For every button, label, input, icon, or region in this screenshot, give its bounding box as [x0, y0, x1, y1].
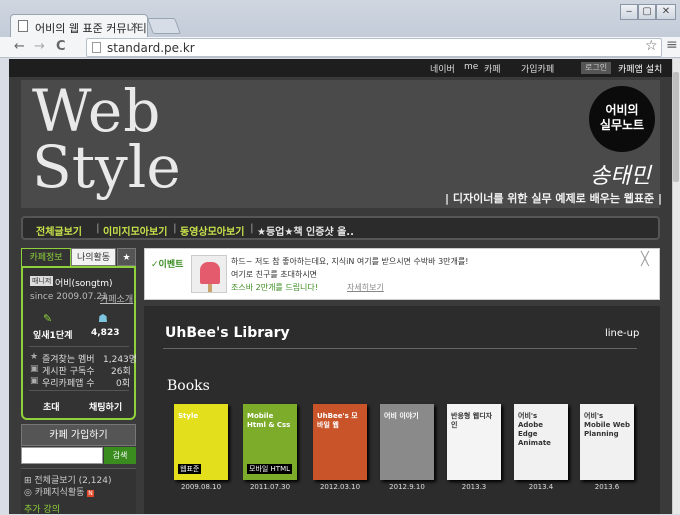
back-icon[interactable]: ←: [14, 39, 25, 54]
signature: 송태민: [590, 164, 651, 189]
logo-web: Web: [32, 77, 162, 145]
bookmark-star-icon[interactable]: ☆: [645, 38, 658, 54]
book-badge: 어비의 실무노트: [589, 86, 655, 152]
library-title: UhBee's Library: [165, 325, 290, 341]
leaf-icon: ✎: [43, 312, 53, 325]
menu-all-posts[interactable]: 전체글보기: [36, 223, 82, 238]
book-date: 2011.07.30: [249, 483, 291, 491]
menu-videos[interactable]: 동영상모아보기: [180, 223, 244, 238]
join-cafe-button[interactable]: 카페 가입하기: [21, 424, 136, 446]
gnb-joined-cafe[interactable]: 가입카페: [521, 62, 554, 75]
logo-style: Style: [32, 133, 181, 201]
invite-button[interactable]: 초대: [43, 400, 60, 413]
menu-promo[interactable]: ★등업★책 인증샷 올..: [257, 223, 354, 238]
member-count[interactable]: 4,823: [91, 328, 119, 338]
notice-line2: 여기로 친구를 초대하시면: [231, 270, 318, 279]
book-cover-title: Style: [178, 412, 199, 420]
book-date: 2013.3: [461, 483, 487, 491]
book-cover[interactable]: 어비's Mobile Web Planning: [580, 404, 634, 480]
new-tab-button[interactable]: [147, 18, 181, 34]
book-date: 2013.4: [528, 483, 554, 491]
install-app-link[interactable]: 카페앱 설치: [618, 62, 662, 75]
gnb-cafe[interactable]: 카페: [484, 62, 501, 75]
minimize-button[interactable]: ‒: [620, 4, 638, 20]
global-nav: 네이버 me 카페 가입카페 로그인 카페앱 설치: [9, 59, 672, 77]
cafe-info-box: 매니저 어비(songtm) since 2009.07.21 카페소개 ✎ ☗…: [21, 266, 137, 420]
gnb-naver[interactable]: 네이버: [430, 62, 455, 75]
chrome-menu-icon[interactable]: ≡: [666, 37, 678, 53]
since-date: since 2009.07.21: [30, 292, 108, 302]
cafe-knowledge-label: 카페지식활동: [34, 488, 85, 498]
scrollbar-thumb[interactable]: [673, 72, 679, 182]
url-text: standard.pe.kr: [107, 41, 195, 55]
manager-badge: 매니저: [30, 276, 54, 286]
notice-line3: 조스바 2만개를 드립니다!: [231, 283, 318, 292]
badge-text: 어비의 실무노트: [599, 103, 645, 132]
cafe-app-value: 0회: [116, 379, 131, 389]
event-notice: ✓이벤트 하드~ 저도 참 좋아하는데요, 지식iN 여기를 받으시면 수박바 …: [144, 248, 660, 300]
book-cover-subtitle: 모바일 HTML: [247, 464, 293, 474]
book-cover-title: 어비's Mobile Web Planning: [584, 412, 630, 438]
book-date: 2012.03.10: [319, 483, 361, 491]
popsicle-image: [191, 255, 227, 293]
book-date: 2012.9.10: [389, 483, 425, 491]
book-date: 2009.08.10: [180, 483, 222, 491]
cafe-intro-link[interactable]: 카페소개: [100, 292, 133, 305]
book-cover-title: 어비's Adobe Edge Animate: [518, 412, 551, 447]
book-cover-title: 반응형 웹디자인: [451, 412, 493, 429]
book-cover-title: UhBee's 모바일 웹: [317, 412, 358, 429]
members-icon: ☗: [98, 312, 108, 325]
book-cover[interactable]: Style 웹표준: [174, 404, 228, 480]
board-icon: ▣: [30, 364, 39, 374]
extra-lecture-link[interactable]: 추가 강의: [24, 502, 60, 515]
browser-tab[interactable]: 어비의 웹 표준 커뮤니티 ×: [10, 14, 148, 38]
event-label: ✓이벤트: [151, 260, 184, 270]
book-cover-title: 어비 이야기: [384, 412, 419, 420]
browser-toolbar: ← → C standard.pe.kr ☆ ≡: [0, 37, 680, 58]
maximize-button[interactable]: ▢: [638, 4, 656, 20]
close-tab-icon[interactable]: ×: [130, 19, 139, 32]
notice-line1: 하드~ 저도 참 좋아하는데요, 지식iN 여기를 받으시면 수박바 3만개를!: [231, 257, 469, 266]
tab-my-activity[interactable]: 나의활동: [71, 248, 116, 266]
book-cover[interactable]: Mobile Html & Css 모바일 HTML: [243, 404, 297, 480]
tagline: | 디자이너를 위한 실무 예제로 배우는 웹표준 |: [445, 192, 663, 205]
manager-name[interactable]: 어비(songtm): [55, 276, 113, 289]
cafe-app-label: 우리카페앱 수: [42, 379, 95, 389]
page-icon: [18, 20, 28, 32]
notice-close-icon[interactable]: ╳: [641, 252, 649, 267]
reload-icon[interactable]: C: [56, 39, 66, 54]
fav-icon: ★: [30, 352, 39, 362]
cafe-search-input[interactable]: [21, 447, 103, 464]
cafe-level: 잎새1단계: [33, 331, 73, 341]
lineup-link[interactable]: line-up: [605, 328, 639, 339]
divider: [163, 348, 637, 349]
book-cover[interactable]: 어비 이야기: [380, 404, 434, 480]
star-icon[interactable]: ★: [117, 248, 136, 266]
book-cover[interactable]: 반응형 웹디자인: [447, 404, 501, 480]
notice-more-link[interactable]: 자세히보기: [347, 282, 384, 293]
cafe-menu-bar: 전체글보기 | 이미지모아보기 | 동영상모아보기 | ★등업★책 인증샷 올.…: [21, 216, 660, 240]
tab-cafe-info[interactable]: 카페정보: [21, 248, 71, 266]
page-icon: [92, 42, 101, 53]
books-heading: Books: [167, 378, 210, 394]
address-bar[interactable]: standard.pe.kr: [86, 38, 662, 57]
book-cover-subtitle: 웹표준: [178, 464, 202, 474]
login-button[interactable]: 로그인: [581, 62, 612, 74]
app-icon: ▣: [30, 376, 39, 386]
menu-images[interactable]: 이미지모아보기: [103, 223, 167, 238]
forward-icon[interactable]: →: [34, 39, 45, 54]
window-close-button[interactable]: ✕: [656, 4, 676, 20]
gnb-me[interactable]: me: [464, 62, 478, 72]
chat-button[interactable]: 채팅하기: [89, 400, 122, 413]
book-date: 2013.6: [594, 483, 620, 491]
book-cover[interactable]: UhBee's 모바일 웹: [313, 404, 367, 480]
search-button[interactable]: 검색: [104, 447, 136, 464]
book-cover[interactable]: 어비's Adobe Edge Animate: [514, 404, 568, 480]
book-cover-title: Mobile Html & Css: [247, 412, 291, 429]
cafe-knowledge-link[interactable]: ◎ 카페지식활동 N: [24, 485, 94, 498]
